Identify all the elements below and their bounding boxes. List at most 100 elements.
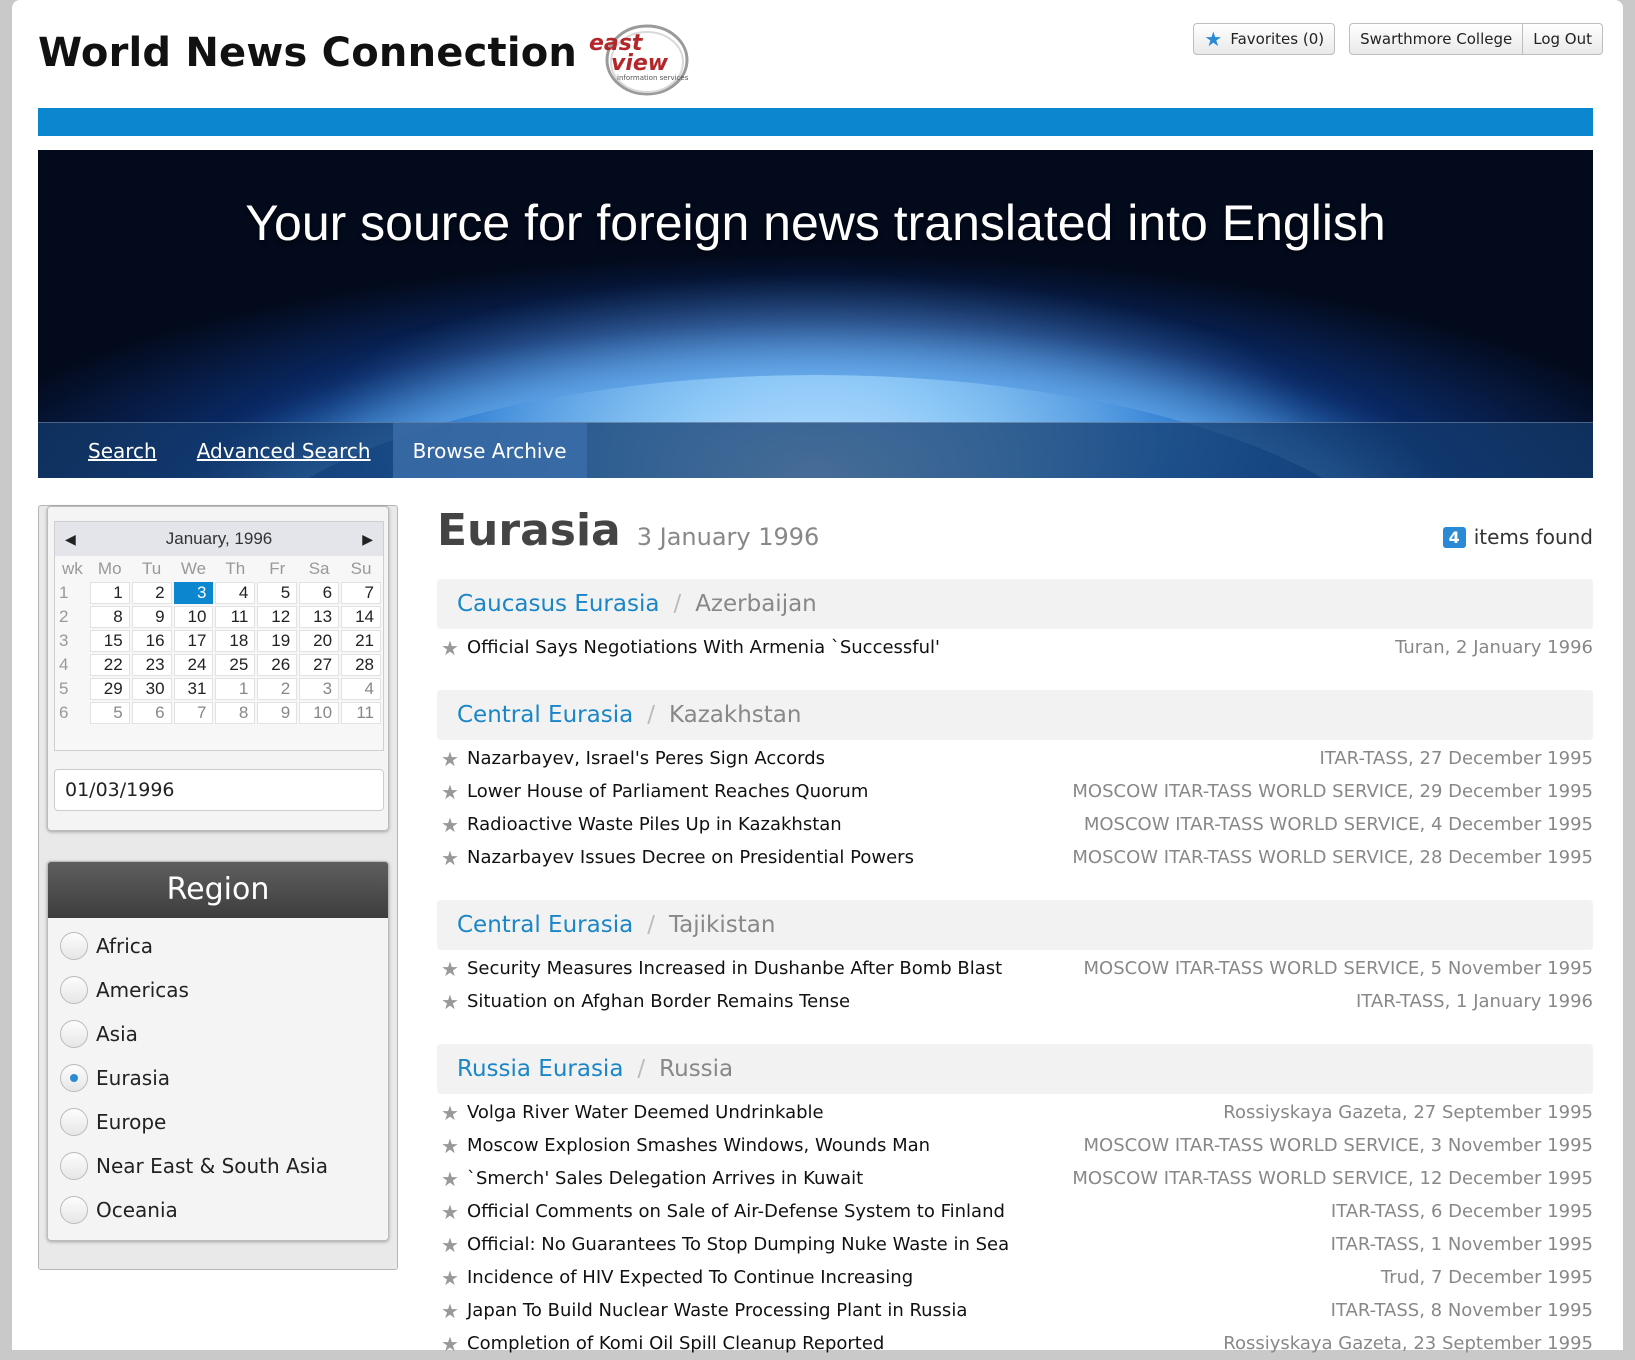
calendar-day[interactable]: 5 — [257, 582, 298, 604]
calendar-day[interactable]: 11 — [215, 606, 256, 628]
group-region-link[interactable]: Central Eurasia — [457, 912, 633, 938]
calendar-day[interactable]: 1 — [215, 678, 256, 700]
group-region-link[interactable]: Central Eurasia — [457, 702, 633, 728]
calendar-day[interactable]: 22 — [89, 654, 130, 676]
nav-browse-archive-tab[interactable]: Browse Archive — [392, 422, 587, 478]
favorite-star-icon[interactable]: ★ — [437, 990, 467, 1014]
article-title-link[interactable]: `Smerch' Sales Delegation Arrives in Kuw… — [467, 1168, 1072, 1189]
calendar-day[interactable]: 29 — [89, 678, 130, 700]
favorite-star-icon[interactable]: ★ — [437, 1101, 467, 1125]
article-title-link[interactable]: Japan To Build Nuclear Waste Processing … — [467, 1300, 1331, 1321]
radio-button[interactable] — [60, 1196, 88, 1224]
favorites-button[interactable]: ★ Favorites (0) — [1193, 23, 1336, 55]
east-view-logo[interactable]: east view information services — [577, 18, 707, 98]
nav-search-link[interactable]: Search — [88, 439, 157, 463]
calendar-day[interactable]: 8 — [89, 606, 130, 628]
article-title-link[interactable]: Nazarbayev, Israel's Peres Sign Accords — [467, 748, 1319, 769]
radio-button[interactable] — [60, 1152, 88, 1180]
favorite-star-icon[interactable]: ★ — [437, 813, 467, 837]
calendar-day[interactable]: 23 — [131, 654, 172, 676]
radio-button[interactable] — [60, 932, 88, 960]
calendar-day[interactable]: 20 — [299, 630, 340, 652]
favorite-star-icon[interactable]: ★ — [437, 1233, 467, 1257]
article-title-link[interactable]: Radioactive Waste Piles Up in Kazakhstan — [467, 814, 1084, 835]
calendar-day[interactable]: 5 — [89, 702, 130, 724]
date-input[interactable] — [54, 769, 384, 811]
group-region-link[interactable]: Caucasus Eurasia — [457, 591, 659, 617]
favorite-star-icon[interactable]: ★ — [437, 1266, 467, 1290]
article-title-link[interactable]: Nazarbayev Issues Decree on Presidential… — [467, 847, 1072, 868]
favorite-star-icon[interactable]: ★ — [437, 846, 467, 870]
article-title-link[interactable]: Official Says Negotiations With Armenia … — [467, 637, 1395, 658]
calendar-day[interactable]: 7 — [341, 582, 381, 604]
calendar-day[interactable]: 4 — [215, 582, 256, 604]
favorite-star-icon[interactable]: ★ — [437, 1200, 467, 1224]
institution-button[interactable]: Swarthmore College — [1349, 23, 1524, 55]
calendar-day[interactable]: 21 — [341, 630, 381, 652]
calendar-day[interactable]: 1 — [89, 582, 130, 604]
calendar-day[interactable]: 3 — [299, 678, 340, 700]
calendar-day[interactable]: 10 — [173, 606, 214, 628]
region-option[interactable]: Asia — [48, 1012, 388, 1056]
article-title-link[interactable]: Official: No Guarantees To Stop Dumping … — [467, 1234, 1331, 1255]
radio-button[interactable] — [60, 1108, 88, 1136]
group-region-link[interactable]: Russia Eurasia — [457, 1056, 623, 1082]
region-option[interactable]: Eurasia — [48, 1056, 388, 1100]
calendar-day[interactable]: 3 — [173, 582, 214, 604]
calendar-day[interactable]: 13 — [299, 606, 340, 628]
calendar-day[interactable]: 16 — [131, 630, 172, 652]
logout-button[interactable]: Log Out — [1523, 23, 1603, 55]
calendar-day[interactable]: 6 — [299, 582, 340, 604]
calendar-day[interactable]: 28 — [341, 654, 381, 676]
region-option[interactable]: Europe — [48, 1100, 388, 1144]
calendar-day[interactable]: 27 — [299, 654, 340, 676]
favorite-star-icon[interactable]: ★ — [437, 1134, 467, 1158]
article-title-link[interactable]: Incidence of HIV Expected To Continue In… — [467, 1267, 1381, 1288]
favorite-star-icon[interactable]: ★ — [437, 1167, 467, 1191]
article-title-link[interactable]: Situation on Afghan Border Remains Tense — [467, 991, 1356, 1012]
region-option[interactable]: Oceania — [48, 1188, 388, 1232]
favorite-star-icon[interactable]: ★ — [437, 957, 467, 981]
region-option[interactable]: Americas — [48, 968, 388, 1012]
calendar-day[interactable]: 11 — [341, 702, 381, 724]
calendar-day[interactable]: 19 — [257, 630, 298, 652]
calendar-day[interactable]: 31 — [173, 678, 214, 700]
calendar-day[interactable]: 25 — [215, 654, 256, 676]
calendar-day[interactable]: 6 — [131, 702, 172, 724]
favorite-star-icon[interactable]: ★ — [437, 1299, 467, 1323]
calendar-day[interactable]: 10 — [299, 702, 340, 724]
calendar-day[interactable]: 30 — [131, 678, 172, 700]
nav-advanced-search-link[interactable]: Advanced Search — [197, 439, 371, 463]
radio-button[interactable] — [60, 1020, 88, 1048]
article-title-link[interactable]: Lower House of Parliament Reaches Quorum — [467, 781, 1072, 802]
calendar-day[interactable]: 9 — [257, 702, 298, 724]
calendar-day[interactable]: 18 — [215, 630, 256, 652]
calendar-day[interactable]: 17 — [173, 630, 214, 652]
calendar-day[interactable]: 7 — [173, 702, 214, 724]
calendar-day[interactable]: 2 — [257, 678, 298, 700]
calendar-day[interactable]: 15 — [89, 630, 130, 652]
article-title-link[interactable]: Moscow Explosion Smashes Windows, Wounds… — [467, 1135, 1084, 1156]
favorite-star-icon[interactable]: ★ — [437, 1332, 467, 1356]
calendar-day[interactable]: 8 — [215, 702, 256, 724]
favorite-star-icon[interactable]: ★ — [437, 780, 467, 804]
calendar-day[interactable]: 4 — [341, 678, 381, 700]
radio-button[interactable] — [60, 1064, 88, 1092]
calendar-day[interactable]: 24 — [173, 654, 214, 676]
calendar-day[interactable]: 12 — [257, 606, 298, 628]
region-option[interactable]: Near East & South Asia — [48, 1144, 388, 1188]
triangle-left-icon[interactable]: ◀ — [65, 531, 76, 548]
triangle-right-icon[interactable]: ▶ — [362, 531, 373, 548]
article-title-link[interactable]: Security Measures Increased in Dushanbe … — [467, 958, 1084, 979]
favorite-star-icon[interactable]: ★ — [437, 747, 467, 771]
region-option[interactable]: Africa — [48, 924, 388, 968]
favorite-star-icon[interactable]: ★ — [437, 636, 467, 660]
article-title-link[interactable]: Official Comments on Sale of Air-Defense… — [467, 1201, 1331, 1222]
calendar-day[interactable]: 9 — [131, 606, 172, 628]
calendar-day[interactable]: 26 — [257, 654, 298, 676]
article-title-link[interactable]: Completion of Komi Oil Spill Cleanup Rep… — [467, 1333, 1223, 1354]
calendar-day[interactable]: 2 — [131, 582, 172, 604]
article-title-link[interactable]: Volga River Water Deemed Undrinkable — [467, 1102, 1223, 1123]
radio-button[interactable] — [60, 976, 88, 1004]
calendar-day[interactable]: 14 — [341, 606, 381, 628]
